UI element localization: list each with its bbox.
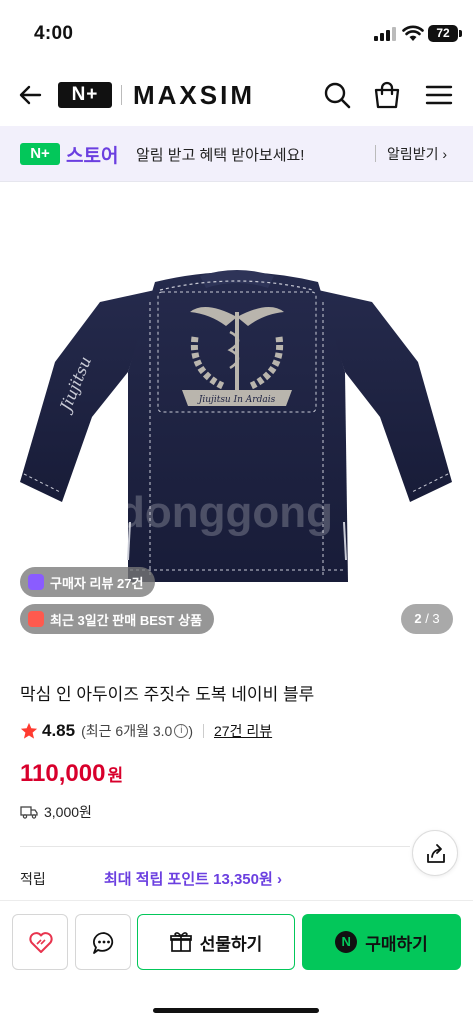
image-page-counter: 2 / 3: [401, 604, 453, 634]
share-button[interactable]: [412, 830, 458, 876]
rating-score: 4.85: [42, 721, 76, 740]
watermark-text: donggong: [118, 488, 333, 537]
rating-divider: [202, 724, 204, 738]
recent-rating: (최근 6개월 3.0: [81, 723, 173, 739]
chat-bubble-icon: [93, 932, 114, 954]
section-divider: [20, 846, 410, 847]
bottom-action-bar: 선물하기 N 구매하기: [0, 900, 473, 1024]
heart-icon: [29, 932, 53, 953]
review-count-link[interactable]: 27건 리뷰: [214, 721, 272, 741]
star-icon: [20, 722, 38, 739]
banner-divider: [375, 145, 376, 162]
review-badge-label: 구매자 리뷰 27건: [50, 575, 144, 591]
points-value-link[interactable]: 최대 적립 포인트 13,350원 ›: [104, 868, 282, 889]
brand-logo[interactable]: MAXSIM: [133, 80, 255, 111]
points-label: 적립: [20, 870, 46, 887]
wifi-icon: [402, 25, 424, 41]
best-badge-label: 최근 3일간 판매 BEST 상품: [50, 612, 203, 628]
shopping-bag-icon[interactable]: [372, 80, 402, 110]
gift-box-icon: [28, 611, 44, 627]
store-notification-banner[interactable]: N+ 스토어 알림 받고 혜택 받아보세요! 알림받기 ›: [0, 126, 473, 182]
price-unit: 원: [107, 766, 124, 785]
product-title: 막심 인 아두이즈 주짓수 도복 네이비 블루: [20, 685, 315, 704]
recent-rating-close: ): [188, 723, 193, 739]
delivery-truck-icon: [20, 806, 38, 819]
review-bag-icon: [28, 574, 44, 590]
info-icon[interactable]: i: [174, 724, 189, 738]
product-image-gallery[interactable]: Jiujitsu In Ardais Jiujitsu donggong 구매자…: [0, 182, 473, 648]
like-button[interactable]: [12, 914, 68, 970]
buy-button[interactable]: N 구매하기: [302, 914, 461, 970]
naver-pay-icon: N: [335, 931, 358, 953]
banner-message: 알림 받고 혜택 받아보세요!: [136, 147, 305, 164]
signal-icon: [374, 27, 396, 41]
search-icon[interactable]: [322, 80, 352, 110]
gift-icon: [169, 932, 192, 952]
home-indicator: [153, 1008, 319, 1013]
rating-row: 4.85 (최근 6개월 3.0 i ) 27건 리뷰: [20, 720, 272, 742]
share-icon: [427, 844, 445, 863]
subscribe-alerts-link[interactable]: 알림받기 ›: [387, 144, 447, 164]
product-price: 110,000: [20, 760, 106, 787]
store-label: 스토어: [66, 146, 119, 167]
points-row: 적립 최대 적립 포인트 13,350원 ›: [20, 868, 282, 889]
talk-chat-button[interactable]: [75, 914, 131, 970]
logo-divider: [121, 85, 122, 105]
price-row: 110,000 원: [20, 760, 123, 788]
current-page: 2: [414, 611, 422, 626]
app-header: N+ MAXSIM: [0, 66, 473, 124]
buyer-review-badge[interactable]: 구매자 리뷰 27건: [20, 567, 156, 597]
status-time: 4:00: [34, 23, 74, 44]
shipping-fee: 3,000원: [44, 804, 92, 820]
menu-icon[interactable]: [424, 80, 454, 110]
battery-indicator: 72: [428, 25, 462, 42]
shipping-row: 3,000원: [20, 802, 92, 822]
status-bar: 4:00 72: [0, 0, 473, 66]
back-arrow-icon[interactable]: [16, 80, 46, 110]
naver-plus-badge: N+: [20, 143, 60, 165]
gift-button[interactable]: 선물하기: [137, 914, 295, 970]
buy-label: 구매하기: [365, 934, 428, 954]
total-pages: / 3: [425, 611, 440, 626]
nplus-logo[interactable]: N+: [58, 82, 112, 108]
gi-banner-text: Jiujitsu In Ardais: [197, 395, 276, 405]
best-seller-badge: 최근 3일간 판매 BEST 상품: [20, 604, 215, 634]
gift-label: 선물하기: [199, 934, 263, 954]
